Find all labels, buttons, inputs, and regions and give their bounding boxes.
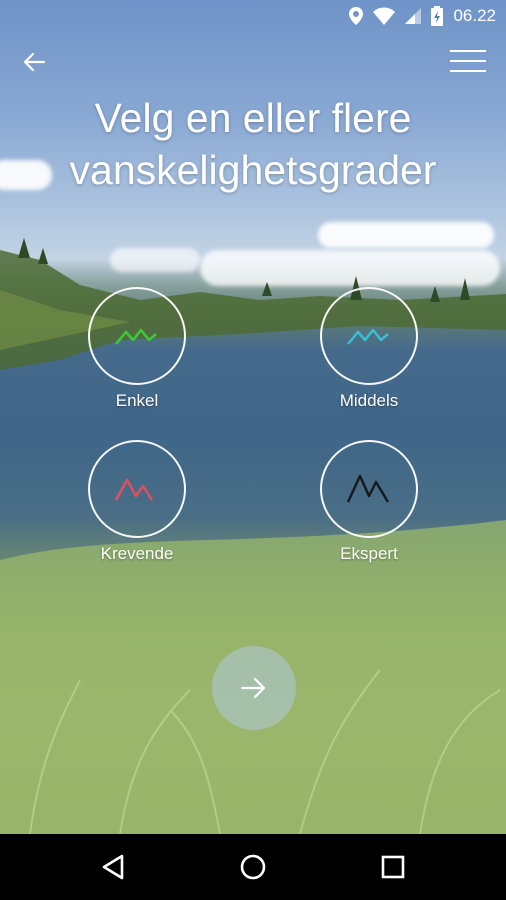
recents-square-icon[interactable] xyxy=(378,852,408,882)
next-button[interactable] xyxy=(212,646,296,730)
difficulty-option-ekspert[interactable]: Ekspert xyxy=(299,440,439,564)
signal-icon xyxy=(405,8,422,24)
page-title: Velg en eller flere vanskelighetsgrader xyxy=(0,92,506,196)
mountain-icon-blue xyxy=(347,328,389,345)
location-icon xyxy=(349,7,364,25)
difficulty-option-middels[interactable]: Middels xyxy=(299,287,439,411)
difficulty-option-enkel[interactable]: Enkel xyxy=(67,287,207,411)
mountain-icon-black xyxy=(346,474,390,503)
difficulty-option-krevende[interactable]: Krevende xyxy=(67,440,207,564)
back-triangle-icon[interactable] xyxy=(98,852,128,882)
arrow-right-icon xyxy=(240,677,266,699)
difficulty-label: Krevende xyxy=(100,544,174,563)
hamburger-menu-icon[interactable] xyxy=(450,48,486,74)
clock: 06.22 xyxy=(453,6,496,25)
page-title-line-1: Velg en eller flere xyxy=(94,95,412,141)
mountain-icon-green xyxy=(115,328,157,345)
difficulty-label: Enkel xyxy=(115,391,159,410)
home-circle-icon[interactable] xyxy=(238,852,268,882)
page-title-line-2: vanskelighetsgrader xyxy=(69,147,437,193)
battery-icon xyxy=(431,6,444,26)
status-bar: 06.22 xyxy=(0,0,506,34)
top-toolbar xyxy=(0,34,506,90)
wifi-icon xyxy=(373,7,396,25)
arrow-left-icon[interactable] xyxy=(18,46,50,78)
difficulty-circle[interactable] xyxy=(320,440,418,538)
system-nav-bar xyxy=(0,834,506,900)
difficulty-label: Middels xyxy=(339,391,399,410)
difficulty-circle[interactable] xyxy=(320,287,418,385)
difficulty-label: Ekspert xyxy=(340,544,398,563)
difficulty-circle[interactable] xyxy=(88,440,186,538)
difficulty-circle[interactable] xyxy=(88,287,186,385)
mountain-icon-red xyxy=(114,478,154,501)
